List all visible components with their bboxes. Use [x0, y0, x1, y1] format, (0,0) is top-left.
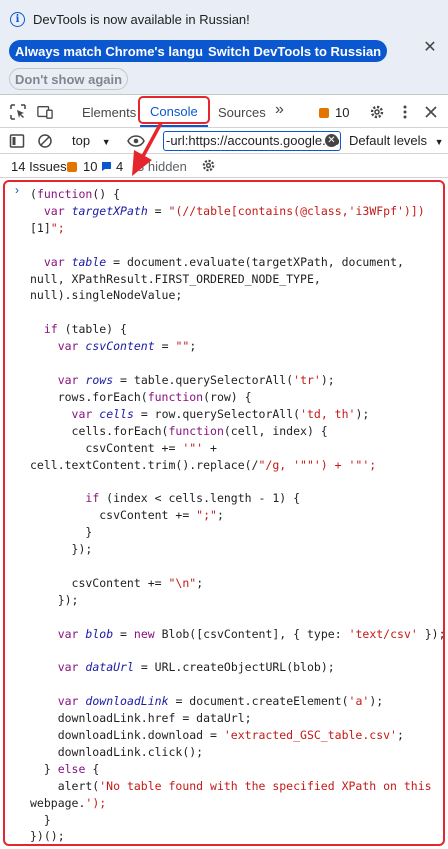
- context-selector-label: top: [72, 133, 91, 148]
- more-tabs-icon[interactable]: »: [275, 101, 284, 119]
- code-line: downloadLink.download = 'extracted_GSC_t…: [30, 728, 404, 742]
- code-line: (function() {: [30, 187, 121, 201]
- code-line: csvContent += "\n";: [30, 575, 204, 590]
- code-line: rows.forEach(function(row) {: [30, 389, 252, 404]
- issues-settings-gear-icon[interactable]: [201, 158, 216, 173]
- infobar-message-row: i DevTools is now available in Russian!: [10, 12, 250, 27]
- tab-sources[interactable]: Sources: [218, 105, 266, 120]
- always-match-language-button[interactable]: Always match Chrome's language: [9, 40, 232, 62]
- more-options-icon[interactable]: [397, 104, 413, 120]
- issues-label: 14 Issues:: [11, 159, 71, 174]
- clear-console-icon[interactable]: [37, 133, 53, 149]
- dont-show-again-button[interactable]: Don't show again: [9, 68, 129, 90]
- console-input-area[interactable]: › (function() { var targetXPath = "(//ta…: [3, 180, 446, 846]
- code-line: alert('No table found with the specified…: [30, 778, 432, 793]
- console-toolbar: top ▼ -url:https://accounts.google.co ✕ …: [0, 128, 448, 154]
- levels-chevron-icon: ▼: [434, 137, 444, 147]
- inspect-element-icon[interactable]: [10, 104, 26, 120]
- code-line: var csvContent = "";: [57, 339, 197, 354]
- infobar-message: DevTools is now available in Russian!: [33, 12, 250, 27]
- device-toolbar-icon[interactable]: [37, 104, 53, 120]
- code-line: }: [30, 525, 93, 540]
- code-line: [1]";: [30, 220, 65, 235]
- code-line: null, XPathResult.FIRST_ORDERED_NODE_TYP…: [30, 271, 321, 286]
- code-line: if (table) {: [43, 322, 127, 337]
- code-line: var targetXPath = "(//table[contains(@cl…: [43, 203, 425, 218]
- console-prompt-chevron-icon: ›: [15, 183, 19, 197]
- code-line: var downloadLink = document.createElemen…: [57, 694, 384, 709]
- info-message-icon: [102, 162, 111, 171]
- code-line: var rows = table.querySelectorAll('tr');: [57, 372, 335, 387]
- code-line: webpage.');: [30, 795, 107, 810]
- console-filter-input[interactable]: -url:https://accounts.google.co ✕: [163, 131, 341, 151]
- code-line: });: [30, 592, 79, 607]
- code-line: } else {: [30, 761, 100, 776]
- warning-square-icon: [319, 107, 329, 118]
- sidebar-toggle-icon[interactable]: [9, 133, 25, 149]
- code-line: cells.forEach(function(cell, index) {: [30, 423, 328, 438]
- switch-to-russian-button[interactable]: Switch DevTools to Russian: [202, 40, 388, 62]
- active-tab-indicator: [140, 125, 208, 127]
- code-line: var dataUrl = URL.createObjectURL(blob);: [57, 660, 335, 675]
- issues-counter-value: 10: [335, 105, 350, 120]
- close-devtools-icon[interactable]: [423, 104, 439, 120]
- issues-bar[interactable]: 14 Issues: 10 4 3 hidden: [0, 154, 448, 178]
- language-infobar: i DevTools is now available in Russian! …: [0, 0, 448, 95]
- hidden-count: 3 hidden: [137, 159, 187, 174]
- info-icon: i: [10, 12, 25, 27]
- settings-gear-icon[interactable]: [369, 104, 385, 120]
- code-line: null).singleNodeValue;: [30, 288, 183, 303]
- devtools-tabbar: Elements Console Sources » 10: [0, 96, 448, 128]
- code-line: cell.textContent.trim().replace(/"/g, '"…: [30, 457, 377, 472]
- infobar-close-icon[interactable]: ✕: [422, 40, 438, 56]
- code-line: csvContent += ";";: [30, 508, 224, 523]
- code-line: downloadLink.href = dataUrl;: [30, 711, 252, 726]
- log-levels-label: Default levels: [349, 133, 428, 148]
- clear-filter-icon[interactable]: ✕: [325, 134, 338, 147]
- code-line: });: [30, 542, 93, 557]
- tab-elements[interactable]: Elements: [82, 105, 136, 120]
- issues-counter-badge[interactable]: 10: [319, 105, 349, 120]
- code-line: var table = document.evaluate(targetXPat…: [43, 254, 404, 269]
- info-count: 4: [116, 159, 124, 174]
- chevron-down-icon: ▼: [101, 137, 111, 147]
- log-levels-dropdown[interactable]: Default levels ▼: [349, 133, 444, 148]
- live-expression-eye-icon[interactable]: [127, 133, 145, 149]
- code-line: })();: [30, 829, 65, 844]
- warning-count: 10: [83, 159, 98, 174]
- context-selector[interactable]: top ▼: [72, 133, 111, 148]
- code-line: downloadLink.click();: [30, 744, 204, 759]
- code-line: csvContent += '"' +: [30, 440, 217, 455]
- code-line: }: [30, 812, 51, 827]
- code-line: if (index < cells.length - 1) {: [85, 491, 301, 506]
- code-line: var blob = new Blob([csvContent], { type…: [57, 626, 446, 641]
- warning-icon: [67, 162, 77, 172]
- code-line: var cells = row.querySelectorAll('td, th…: [71, 406, 370, 421]
- console-code[interactable]: (function() { var targetXPath = "(//tabl…: [30, 186, 446, 845]
- filter-value: -url:https://accounts.google.co: [166, 133, 340, 148]
- tab-console[interactable]: Console: [150, 104, 198, 119]
